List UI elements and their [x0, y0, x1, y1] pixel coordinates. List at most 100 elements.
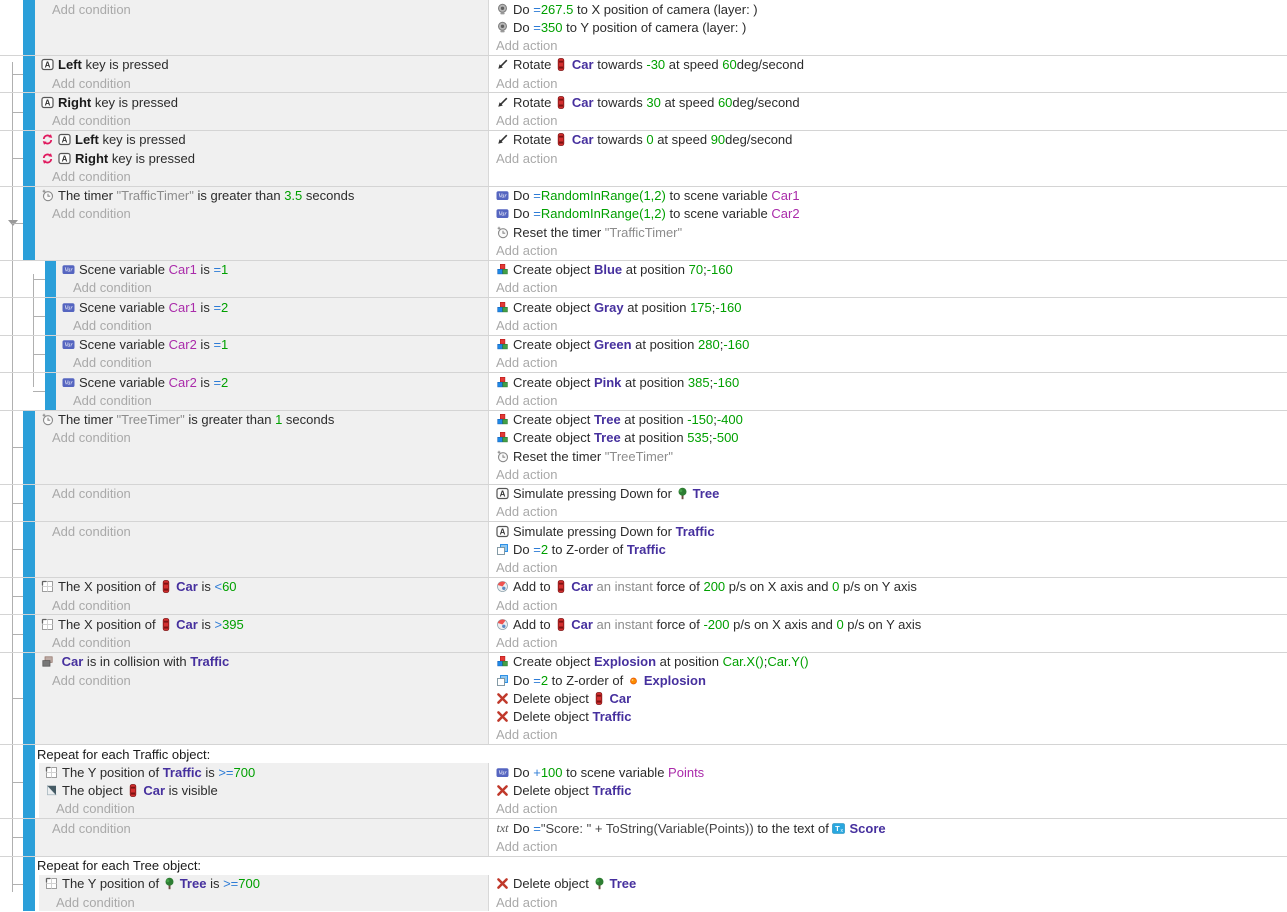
action[interactable]: VarDo +100 to scene variable Points — [496, 763, 1287, 781]
action[interactable]: Reset the timer "TrafficTimer" — [496, 223, 1287, 241]
add-condition-button[interactable]: Add condition — [39, 893, 488, 911]
action[interactable]: VarDo =RandomInRange(1,2) to scene varia… — [496, 187, 1287, 205]
event-selection-bar[interactable] — [23, 857, 35, 912]
add-condition-button[interactable]: Add condition — [35, 74, 488, 92]
event-selection-bar[interactable] — [23, 187, 35, 260]
add-condition-button[interactable]: Add condition — [35, 634, 488, 652]
event-selection-bar[interactable] — [23, 819, 35, 856]
condition[interactable]: ALeft key is pressed — [35, 131, 488, 149]
add-condition-button[interactable]: Add condition — [56, 354, 488, 372]
condition[interactable]: ALeft key is pressed — [35, 56, 488, 74]
add-action-button[interactable]: Add action — [496, 893, 1287, 911]
condition[interactable]: The X position of Car is <60 — [35, 578, 488, 596]
add-action-button[interactable]: Add action — [496, 837, 1287, 855]
add-condition-button[interactable]: Add condition — [35, 671, 488, 689]
add-action-button[interactable]: Add action — [496, 800, 1287, 818]
add-condition-button[interactable]: Add condition — [35, 819, 488, 837]
foreach-header[interactable]: Repeat for each Traffic object: — [35, 745, 1287, 763]
event-selection-bar[interactable] — [23, 0, 35, 55]
condition[interactable]: VarScene variable Car1 is =1 — [56, 261, 488, 279]
condition[interactable]: VarScene variable Car2 is =1 — [56, 336, 488, 354]
event-selection-bar[interactable] — [23, 411, 35, 484]
foreach-header[interactable]: Repeat for each Tree object: — [35, 857, 1287, 875]
add-action-button[interactable]: Add action — [496, 465, 1287, 483]
action[interactable]: Do =2 to Z-order of Explosion — [496, 671, 1287, 689]
condition[interactable]: The timer "TreeTimer" is greater than 1 … — [35, 411, 488, 429]
add-condition-button[interactable]: Add condition — [56, 316, 488, 334]
event-selection-bar[interactable] — [45, 261, 56, 298]
event-selection-bar[interactable] — [23, 615, 35, 652]
add-action-button[interactable]: Add action — [496, 241, 1287, 259]
action[interactable]: ASimulate pressing Down for Tree — [496, 485, 1287, 503]
add-action-button[interactable]: Add action — [496, 279, 1287, 297]
add-action-button[interactable]: Add action — [496, 149, 1287, 167]
add-condition-button[interactable]: Add condition — [56, 391, 488, 409]
event-selection-bar[interactable] — [45, 373, 56, 410]
add-action-button[interactable]: Add action — [496, 316, 1287, 334]
add-action-button[interactable]: Add action — [496, 503, 1287, 521]
add-condition-button[interactable]: Add condition — [35, 429, 488, 447]
action[interactable]: Do =350 to Y position of camera (layer: … — [496, 18, 1287, 36]
add-condition-button[interactable]: Add condition — [39, 800, 488, 818]
condition[interactable]: The X position of Car is >395 — [35, 615, 488, 633]
action[interactable]: Create object Tree at position -150;-400 — [496, 411, 1287, 429]
add-action-button[interactable]: Add action — [496, 354, 1287, 372]
event-selection-bar[interactable] — [23, 485, 35, 522]
action[interactable]: Delete object Tree — [496, 875, 1287, 893]
action[interactable]: Delete object Car — [496, 689, 1287, 707]
add-action-button[interactable]: Add action — [496, 726, 1287, 744]
action[interactable]: VarDo =RandomInRange(1,2) to scene varia… — [496, 205, 1287, 223]
event-selection-bar[interactable] — [45, 298, 56, 335]
condition[interactable]: The timer "TrafficTimer" is greater than… — [35, 187, 488, 205]
event-selection-bar[interactable] — [23, 93, 35, 130]
add-action-button[interactable]: Add action — [496, 634, 1287, 652]
add-condition-button[interactable]: Add condition — [35, 205, 488, 223]
event-selection-bar[interactable] — [23, 578, 35, 615]
add-condition-button[interactable]: Add condition — [35, 0, 488, 18]
action[interactable]: Create object Gray at position 175;-160 — [496, 298, 1287, 316]
event-selection-bar[interactable] — [45, 336, 56, 373]
action[interactable]: Create object Explosion at position Car.… — [496, 653, 1287, 671]
add-action-button[interactable]: Add action — [496, 112, 1287, 130]
action[interactable]: Reset the timer "TreeTimer" — [496, 447, 1287, 465]
add-action-button[interactable]: Add action — [496, 37, 1287, 55]
add-condition-button[interactable]: Add condition — [35, 596, 488, 614]
action[interactable]: Create object Pink at position 385;-160 — [496, 373, 1287, 391]
condition[interactable]: ARight key is pressed — [35, 93, 488, 111]
action[interactable]: Rotate Car towards 0 at speed 90deg/seco… — [496, 131, 1287, 149]
add-condition-button[interactable]: Add condition — [35, 485, 488, 503]
action[interactable]: Create object Tree at position 535;-500 — [496, 429, 1287, 447]
condition[interactable]: VarScene variable Car1 is =2 — [56, 298, 488, 316]
add-condition-button[interactable]: Add condition — [35, 167, 488, 185]
action[interactable]: Delete object Traffic — [496, 782, 1287, 800]
action[interactable]: Delete object Traffic — [496, 708, 1287, 726]
event-selection-bar[interactable] — [23, 745, 35, 818]
condition[interactable]: The object Car is visible — [39, 782, 488, 800]
add-action-button[interactable]: Add action — [496, 596, 1287, 614]
add-action-button[interactable]: Add action — [496, 559, 1287, 577]
add-condition-button[interactable]: Add condition — [35, 522, 488, 540]
action[interactable]: Rotate Car towards -30 at speed 60deg/se… — [496, 56, 1287, 74]
action[interactable]: ASimulate pressing Down for Traffic — [496, 522, 1287, 540]
add-condition-button[interactable]: Add condition — [56, 279, 488, 297]
action[interactable]: Do =267.5 to X position of camera (layer… — [496, 0, 1287, 18]
action[interactable]: Add to Car an instant force of 200 p/s o… — [496, 578, 1287, 596]
add-action-button[interactable]: Add action — [496, 74, 1287, 92]
event-selection-bar[interactable] — [23, 653, 35, 744]
action[interactable]: Add to Car an instant force of -200 p/s … — [496, 615, 1287, 633]
event-selection-bar[interactable] — [23, 56, 35, 93]
add-condition-button[interactable]: Add condition — [35, 112, 488, 130]
add-action-button[interactable]: Add action — [496, 391, 1287, 409]
condition[interactable]: Car is in collision with Traffic — [35, 653, 488, 671]
event-selection-bar[interactable] — [23, 522, 35, 577]
condition[interactable]: The Y position of Traffic is >=700 — [39, 763, 488, 781]
action[interactable]: txtDo ="Score: " + ToString(Variable(Poi… — [496, 819, 1287, 837]
action[interactable]: Rotate Car towards 30 at speed 60deg/sec… — [496, 93, 1287, 111]
condition[interactable]: ARight key is pressed — [35, 149, 488, 167]
condition[interactable]: The Y position of Tree is >=700 — [39, 875, 488, 893]
condition[interactable]: VarScene variable Car2 is =2 — [56, 373, 488, 391]
event-selection-bar[interactable] — [23, 131, 35, 186]
action[interactable]: Create object Blue at position 70;-160 — [496, 261, 1287, 279]
action[interactable]: Create object Green at position 280;-160 — [496, 336, 1287, 354]
action[interactable]: Do =2 to Z-order of Traffic — [496, 540, 1287, 558]
